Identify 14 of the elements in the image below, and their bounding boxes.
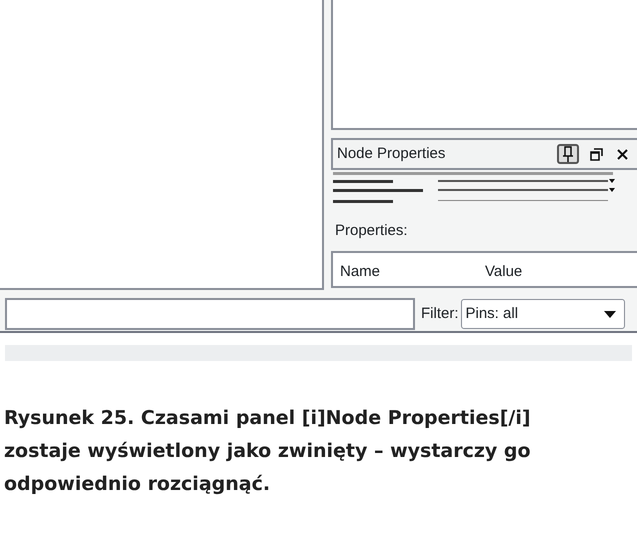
caret-icon [604,310,616,318]
filter-dropdown[interactable]: Pins: all [460,299,624,329]
figure-caption: Rysunek 25. Czasami panel [i]Node Properties[/i] zostaje wyświetlony jako zwinięty – wystarczy go odpowiednio rozciągnąć. [4,406,532,497]
properties-label: Properties: [335,221,409,241]
input-field[interactable] [5,298,415,330]
filter-label: Filter: [421,304,458,324]
close-icon [616,148,628,160]
restore-icon [590,148,602,160]
column-header[interactable]: Name [333,252,478,286]
panel-title: Node Properties [337,144,446,164]
pin-button[interactable] [557,144,579,164]
restore-button[interactable] [587,145,605,163]
column-header[interactable]: Value [478,252,628,286]
pin-icon [562,146,574,162]
